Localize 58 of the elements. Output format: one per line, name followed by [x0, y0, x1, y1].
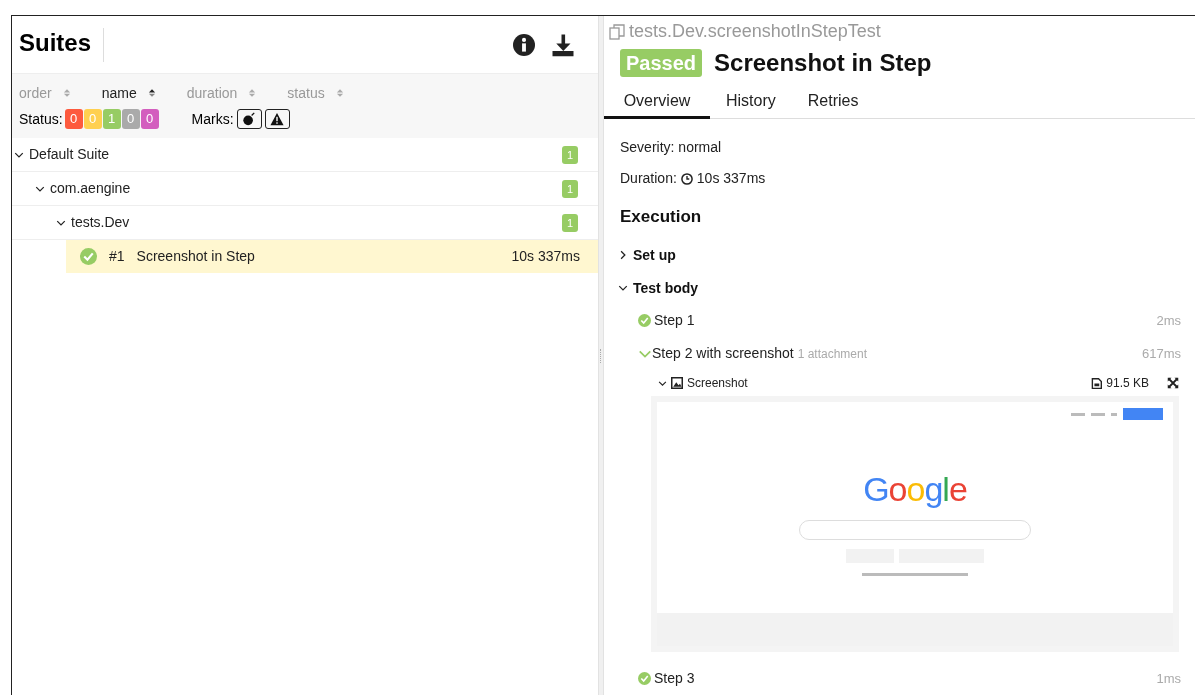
attachment-row[interactable]: Screenshot 91.5 KB — [618, 370, 1181, 396]
warning-toggle[interactable] — [264, 109, 290, 129]
duration-label: Duration: — [620, 169, 677, 188]
tab[interactable]: History — [710, 85, 792, 119]
test-order: #1 — [109, 247, 125, 266]
attachment-count: 1 attachment — [797, 345, 867, 363]
test-row[interactable]: #1 Screenshot in Step 10s 337ms — [66, 240, 598, 273]
blurred-text — [1071, 412, 1085, 416]
tree-node[interactable]: com.aengine 1 — [12, 172, 598, 206]
bomb-icon — [242, 112, 257, 126]
step-row[interactable]: Step 1 2ms — [618, 304, 1181, 337]
step-name: Step 3 — [654, 669, 695, 688]
test-title: Screenshot in Step — [714, 47, 932, 78]
step-name: Step 1 — [654, 311, 695, 330]
section-toggle[interactable]: Set up — [618, 239, 1181, 271]
download-icon[interactable] — [551, 32, 575, 57]
tab[interactable]: Overview — [604, 85, 710, 119]
expand-icon[interactable] — [1167, 377, 1179, 389]
info-icon[interactable] — [513, 33, 535, 56]
count-badge: 1 — [561, 179, 578, 198]
check-circle-icon — [638, 672, 651, 685]
filter-label: Marks: — [191, 109, 234, 129]
status-badge: Passed — [620, 48, 703, 77]
step-row[interactable]: Step 2 with screenshot 1 attachment 617ms — [618, 337, 1181, 370]
tree-node-label: Default Suite — [29, 145, 111, 164]
blurred-text — [1111, 412, 1117, 416]
filter-label: Status: — [19, 109, 63, 129]
attachment-size: 91.5 KB — [1106, 375, 1149, 392]
count-badge: 1 — [561, 145, 578, 164]
test-duration: 10s 337ms — [511, 247, 580, 266]
file-icon — [1091, 377, 1103, 389]
tree-node-label: tests.Dev — [71, 213, 131, 232]
step-duration: 2ms — [1156, 311, 1181, 330]
count-badge: 1 — [561, 213, 578, 232]
step-name: Step 2 with screenshot — [652, 344, 794, 363]
tree-node[interactable]: Default Suite 1 — [12, 138, 598, 172]
bomb-toggle[interactable] — [236, 109, 262, 129]
clock-icon — [680, 172, 693, 185]
step-row[interactable]: Step 3 1ms — [618, 662, 1181, 695]
test-full-name: tests.Dev.screenshotInStepTest — [629, 20, 881, 43]
resize-handle[interactable] — [600, 348, 602, 363]
logo-text: Google — [863, 470, 967, 508]
warning-icon — [270, 112, 285, 126]
step-duration: 617ms — [1141, 344, 1181, 363]
panel-title: Suites — [19, 27, 105, 62]
tree-node-label: com.aengine — [50, 179, 132, 198]
tab[interactable]: Retries — [791, 85, 875, 119]
severity-text: Severity: normal — [620, 138, 723, 154]
test-name: Screenshot in Step — [136, 247, 256, 266]
image-icon — [671, 377, 683, 389]
blurred-text — [1091, 412, 1105, 416]
check-circle-icon — [638, 314, 651, 327]
section-heading: Execution — [620, 206, 703, 226]
attachment-name: Screenshot — [687, 375, 749, 392]
sort-button[interactable]: name — [101, 82, 157, 104]
step-duration: 1ms — [1156, 669, 1181, 688]
duration-value: 10s 337ms — [696, 169, 766, 188]
section-toggle[interactable]: Test body — [618, 272, 1181, 304]
